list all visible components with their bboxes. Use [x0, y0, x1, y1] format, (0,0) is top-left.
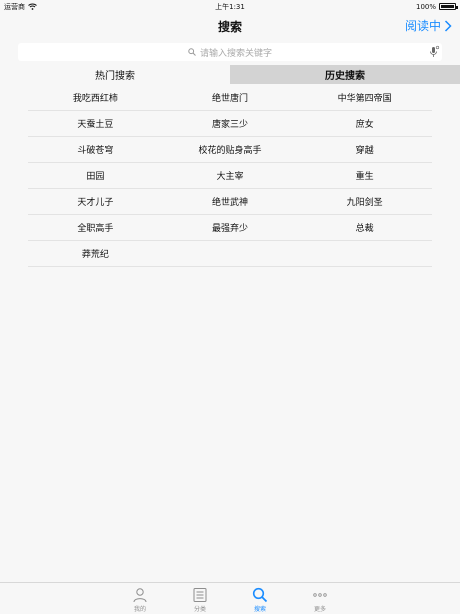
- hot-search-row: 全职高手 最强弃少 总裁: [28, 215, 432, 241]
- clock: 上午1:31: [215, 2, 245, 11]
- hot-search-item[interactable]: 中华第四帝国: [297, 85, 432, 110]
- hot-search-row: 天蚕土豆 唐家三少 庶女: [28, 111, 432, 137]
- hot-search-item[interactable]: 唐家三少: [163, 111, 298, 136]
- status-left: 运营商: [4, 2, 37, 12]
- tab-hot-searches[interactable]: 热门搜索: [0, 65, 230, 84]
- hot-search-item[interactable]: 重生: [297, 163, 432, 188]
- hot-search-item[interactable]: 最强弃少: [163, 215, 298, 240]
- tabbar-label: 搜索: [253, 606, 266, 613]
- search-icon: [252, 587, 268, 603]
- hot-search-item[interactable]: 天蚕土豆: [28, 111, 163, 136]
- hot-search-item[interactable]: 大主宰: [163, 163, 298, 188]
- tabbar-label: 更多: [313, 606, 326, 613]
- search-bar[interactable]: 请输入搜索关键字: [18, 43, 442, 61]
- hot-search-item-empty: [163, 241, 298, 266]
- list-icon: [193, 588, 207, 602]
- hot-search-item[interactable]: 绝世武神: [163, 189, 298, 214]
- hot-search-item-empty: [297, 241, 432, 266]
- battery-label: 100%: [415, 2, 436, 11]
- tabbar-label: 分类: [193, 606, 206, 613]
- hot-search-item[interactable]: 绝世唐门: [163, 85, 298, 110]
- hot-search-grid: 我吃西红柿 绝世唐门 中华第四帝国 天蚕土豆 唐家三少 庶女 斗破苍穹 校花的贴…: [28, 85, 432, 267]
- tabbar-label: 我的: [133, 606, 146, 613]
- carrier-label: 运营商: [4, 2, 25, 11]
- tabbar-item-search[interactable]: 搜索: [244, 587, 276, 614]
- hot-search-item[interactable]: 莽荒纪: [28, 241, 163, 266]
- hot-search-item[interactable]: 我吃西红柿: [28, 85, 163, 110]
- reading-button[interactable]: 阅读中: [405, 17, 452, 34]
- hot-search-row: 天才儿子 绝世武神 九阳剑圣: [28, 189, 432, 215]
- reading-label: 阅读中: [404, 19, 441, 33]
- search-tabs: 热门搜索 历史搜索: [0, 65, 460, 84]
- hot-search-item[interactable]: 九阳剑圣: [297, 189, 432, 214]
- hot-search-item[interactable]: 天才儿子: [28, 189, 163, 214]
- search-placeholder-group: 请输入搜索关键字: [188, 46, 272, 59]
- hot-search-item[interactable]: 全职高手: [28, 215, 163, 240]
- page-title: 搜索: [217, 20, 242, 34]
- bottom-tab-bar: 我的 分类 搜索 更多: [0, 582, 460, 614]
- status-bar: 运营商 上午1:31 100%: [0, 0, 460, 13]
- tabbar-item-more[interactable]: 更多: [304, 587, 336, 614]
- microphone-icon[interactable]: [428, 45, 440, 59]
- tab-history-searches[interactable]: 历史搜索: [230, 65, 460, 84]
- hot-search-row: 我吃西红柿 绝世唐门 中华第四帝国: [28, 85, 432, 111]
- hot-search-item[interactable]: 斗破苍穹: [28, 137, 163, 162]
- battery-fill: [441, 5, 454, 8]
- hot-search-item[interactable]: 田园: [28, 163, 163, 188]
- search-input[interactable]: 请输入搜索关键字: [200, 46, 272, 59]
- search-icon: [188, 48, 196, 56]
- hot-search-item[interactable]: 穿越: [297, 137, 432, 162]
- more-dots-icon: [313, 593, 327, 597]
- hot-search-item[interactable]: 校花的贴身高手: [163, 137, 298, 162]
- hot-search-row: 斗破苍穹 校花的贴身高手 穿越: [28, 137, 432, 163]
- hot-search-row: 莽荒纪: [28, 241, 432, 267]
- tabbar-item-mine[interactable]: 我的: [124, 587, 156, 614]
- tabbar-item-category[interactable]: 分类: [184, 587, 216, 614]
- hot-search-row: 田园 大主宰 重生: [28, 163, 432, 189]
- tab-history-searches-label: 历史搜索: [325, 71, 365, 82]
- battery-icon: [439, 3, 458, 10]
- hot-search-item[interactable]: 庶女: [297, 111, 432, 136]
- chevron-right-icon: [444, 19, 452, 32]
- tab-hot-searches-label: 热门搜索: [95, 71, 135, 82]
- hot-search-item[interactable]: 总裁: [297, 215, 432, 240]
- status-right: 100%: [415, 2, 458, 11]
- person-icon: [133, 588, 147, 603]
- navigation-bar: 搜索 阅读中: [0, 13, 460, 40]
- wifi-icon: [28, 3, 37, 10]
